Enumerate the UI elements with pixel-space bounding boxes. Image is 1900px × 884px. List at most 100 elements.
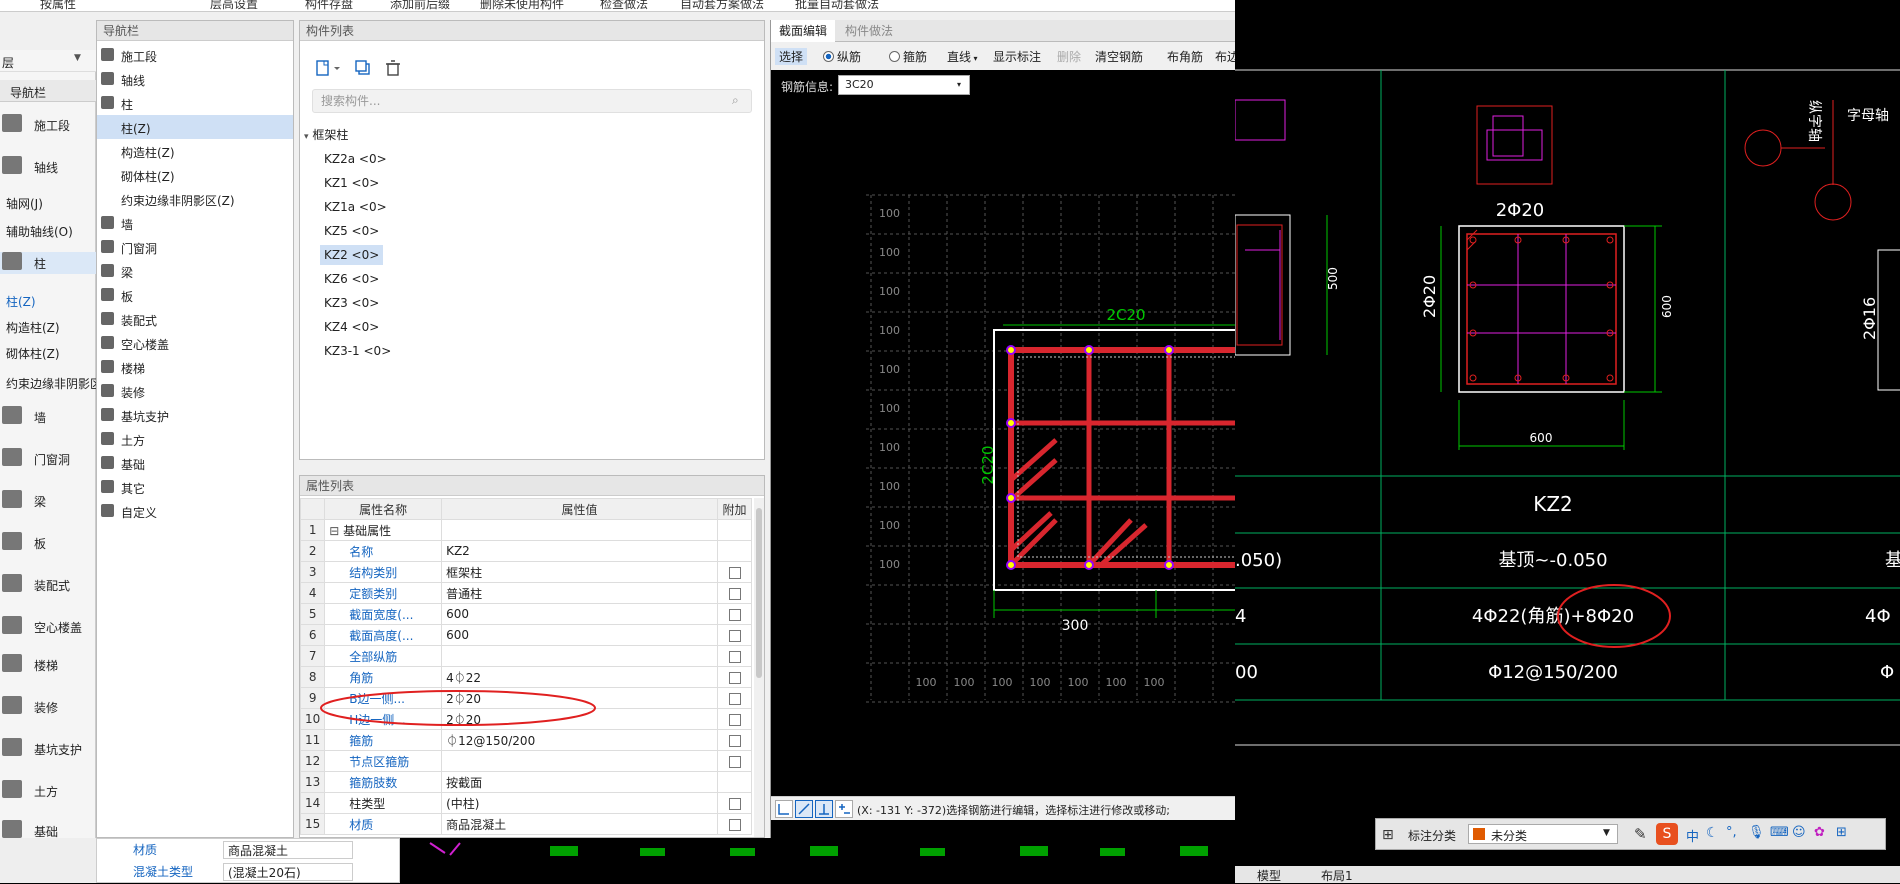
cad-drawing-viewport[interactable]: 500 2Φ20 2Φ20 600 600 纵字轴 字母轴 2Φ16 KZ2 基… <box>1235 0 1900 883</box>
ribbon-item-delete-unused[interactable]: 删除未使用构件 <box>480 0 564 11</box>
property-value[interactable]: 按截面 <box>441 771 719 793</box>
nav-item[interactable]: 墙 <box>97 211 293 235</box>
nav-item[interactable]: 基坑支护 <box>97 403 293 427</box>
ime-skin-icon[interactable]: ✿ <box>1814 825 1825 840</box>
ribbon-item-batch[interactable]: 批量自动套做法 <box>795 0 879 11</box>
property-value[interactable]: 框架柱 <box>441 561 719 583</box>
property-value[interactable]: 600 <box>441 603 719 625</box>
property-scrollbar[interactable] <box>754 498 764 837</box>
ime-chinese-icon[interactable]: 中 <box>1686 826 1699 845</box>
component-group-frame-column[interactable]: ▾ 框架柱 <box>304 125 348 145</box>
edit-icon[interactable]: ✎ <box>1634 825 1647 843</box>
delete-component-button[interactable] <box>380 55 404 79</box>
property-row[interactable]: 1 ⊟ 基础属性 <box>300 519 752 541</box>
property-row[interactable]: 11 箍筋 ⏀12@150/200 <box>300 729 752 751</box>
nav-item[interactable]: 板 <box>97 283 293 307</box>
extra-checkbox[interactable] <box>728 755 741 768</box>
section-canvas[interactable]: 100 100 100 100 100 100 100 100 100 100 100 100 100 1… <box>771 100 1235 796</box>
concrete-type-value[interactable]: (混凝土20石) <box>223 863 353 881</box>
property-row[interactable]: 7 全部纵筋 <box>300 645 752 667</box>
layer-selector[interactable]: 层 ▼ <box>0 50 96 72</box>
property-row[interactable]: 13 箍筋肢数 按截面 <box>300 771 752 793</box>
extra-checkbox[interactable] <box>728 629 741 642</box>
component-item[interactable]: KZ5 <0> <box>320 221 383 241</box>
component-item[interactable]: KZ1a <0> <box>320 197 391 217</box>
property-row[interactable]: 4 定额类别 普通柱 <box>300 582 752 604</box>
nav-item[interactable]: 施工段 <box>97 43 293 67</box>
extra-checkbox[interactable] <box>728 566 741 579</box>
property-value[interactable]: KZ2 <box>441 540 719 562</box>
property-row[interactable]: 8 角筋 4⏀22 <box>300 666 752 688</box>
left-nav-item[interactable]: 楼梯 <box>0 654 96 676</box>
left-nav-item[interactable]: 空心楼盖 <box>0 616 96 638</box>
rebar-info-select[interactable]: 3C20 ▾ <box>838 75 970 95</box>
ime-user-icon[interactable]: ☺ <box>1792 825 1806 840</box>
left-nav-item[interactable]: 柱 <box>0 252 96 274</box>
ime-mic-icon[interactable]: 🎙 <box>1748 825 1765 840</box>
extra-checkbox[interactable] <box>728 692 741 705</box>
extra-checkbox[interactable] <box>728 671 741 684</box>
property-row[interactable]: 14 柱类型 (中柱) <box>300 792 752 814</box>
ortho-toggle[interactable] <box>775 800 793 818</box>
delete-button[interactable]: 删除 <box>1057 48 1081 65</box>
property-row[interactable]: 15 材质 商品混凝土 <box>300 813 752 835</box>
property-row[interactable]: 6 截面高度(... 600 <box>300 624 752 646</box>
tab-layout-1[interactable]: 布局1 <box>1321 867 1353 884</box>
polar-toggle[interactable] <box>795 800 813 818</box>
property-row[interactable]: 5 截面宽度(... 600 <box>300 603 752 625</box>
nav-item[interactable]: 自定义 <box>97 499 293 523</box>
component-item[interactable]: KZ1 <0> <box>320 173 383 193</box>
component-item[interactable]: KZ3-1 <0> <box>320 341 395 361</box>
extra-checkbox[interactable] <box>728 713 741 726</box>
material-value[interactable]: 商品混凝土 <box>223 841 353 859</box>
left-nav-item[interactable]: 轴网(J) <box>0 192 96 214</box>
component-item[interactable]: KZ6 <0> <box>320 269 383 289</box>
nav-item[interactable]: 装配式 <box>97 307 293 331</box>
tab-model[interactable]: 模型 <box>1257 867 1281 884</box>
left-nav-item[interactable]: 土方 <box>0 780 96 802</box>
tab-section-edit[interactable]: 截面编辑 <box>771 20 836 42</box>
nav-item[interactable]: 装修 <box>97 379 293 403</box>
property-value[interactable] <box>441 645 719 667</box>
ribbon-item-auto-scheme[interactable]: 自动套方案做法 <box>680 0 764 11</box>
nav-item[interactable]: 其它 <box>97 475 293 499</box>
extra-checkbox[interactable] <box>728 587 741 600</box>
nav-item[interactable]: 约束边缘非阴影区(Z) <box>97 187 293 211</box>
ime-punct-icon[interactable]: °, <box>1726 825 1737 840</box>
nav-item[interactable]: 空心楼盖 <box>97 331 293 355</box>
grid-apps-icon[interactable]: ⊞ <box>1382 827 1394 843</box>
nav-item[interactable]: 砌体柱(Z) <box>97 163 293 187</box>
extra-checkbox[interactable] <box>728 608 741 621</box>
component-search-input[interactable]: 搜索构件... <box>312 89 752 113</box>
property-row[interactable]: 3 结构类别 框架柱 <box>300 561 752 583</box>
nav-item[interactable]: 柱 <box>97 91 293 115</box>
left-nav-item[interactable]: 门窗洞 <box>0 448 96 470</box>
left-nav-item[interactable]: 墙 <box>0 406 96 428</box>
property-value[interactable] <box>441 750 719 772</box>
left-nav-item[interactable]: 板 <box>0 532 96 554</box>
nav-item[interactable]: 柱(Z) <box>97 115 293 139</box>
show-label-button[interactable]: 显示标注 <box>993 48 1041 65</box>
ime-keyboard-icon[interactable]: ⌨ <box>1770 825 1789 840</box>
component-item[interactable]: KZ3 <0> <box>320 293 383 313</box>
nav-item[interactable]: 构造柱(Z) <box>97 139 293 163</box>
clear-rebar-button[interactable]: 清空钢筋 <box>1095 48 1143 65</box>
left-nav-item[interactable]: 施工段 <box>0 114 96 136</box>
left-nav-item[interactable]: 装配式 <box>0 574 96 596</box>
sogou-ime-icon[interactable]: S <box>1656 823 1678 845</box>
property-row[interactable]: 2 名称 KZ2 <box>300 540 752 562</box>
property-value[interactable]: 普通柱 <box>441 582 719 604</box>
longitudinal-radio[interactable]: 纵筋 <box>823 48 861 65</box>
nav-item[interactable]: 土方 <box>97 427 293 451</box>
property-value[interactable]: 商品混凝土 <box>441 813 719 835</box>
snap-toggle[interactable] <box>835 800 853 818</box>
select-tool-button[interactable]: 选择 <box>775 48 808 65</box>
perp-toggle[interactable] <box>815 800 833 818</box>
property-row[interactable]: 12 节点区箍筋 <box>300 750 752 772</box>
attr-button[interactable]: 按属性 <box>40 0 76 11</box>
component-item[interactable]: KZ2a <0> <box>320 149 391 169</box>
annotation-category-select[interactable]: 未分类 ▼ <box>1468 824 1618 844</box>
nav-item[interactable]: 门窗洞 <box>97 235 293 259</box>
stirrup-radio[interactable]: 箍筋 <box>889 48 927 65</box>
tab-component-method[interactable]: 构件做法 <box>837 20 901 42</box>
